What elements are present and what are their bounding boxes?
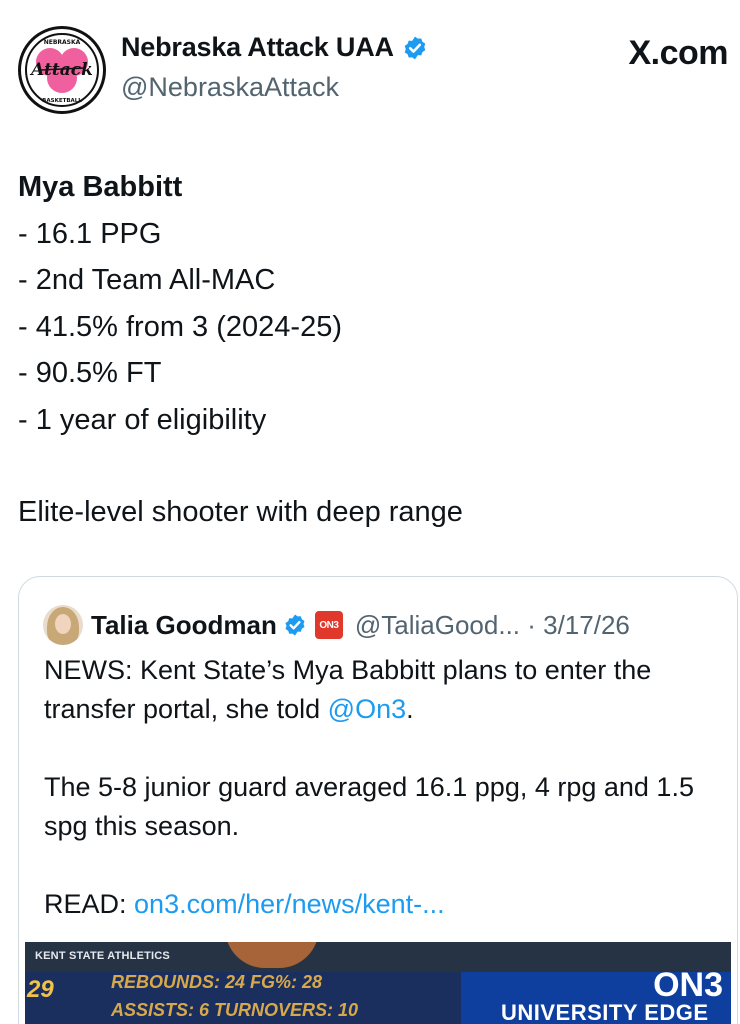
quoted-author-handle-date[interactable]: @TaliaGood... · 3/17/26 [355,610,630,641]
quoted-post-text: NEWS: Kent State’s Mya Babbitt plans to … [44,651,724,924]
verified-badge-icon [285,614,305,636]
logo-top-text: NEBRASKA [44,39,81,46]
post-line: - 1 year of eligibility [18,403,267,436]
article-link[interactable]: on3.com/her/news/kent-... [134,889,445,919]
post-line-title: Mya Babbitt [18,171,183,203]
quoted-paragraph-read: READ: on3.com/her/news/kent-... [44,885,724,924]
post-line: - 41.5% from 3 (2024-25) [18,310,342,343]
quoted-post-card[interactable]: Talia Goodman ON3 @TaliaGood... · 3/17/2… [18,576,738,1024]
post-header: NEBRASKA Attack BASKETBALL Nebraska Atta… [0,0,740,120]
quoted-author-name[interactable]: Talia Goodman [91,610,277,641]
quoted-author-avatar[interactable] [43,605,83,645]
on3-affiliate-badge-icon: ON3 [314,611,343,639]
on3-mention-link[interactable]: @On3 [328,694,406,724]
nebraska-attack-logo: NEBRASKA Attack BASKETBALL [21,29,103,111]
quoted-news-period: . [406,694,414,724]
post-line: - 2nd Team All-MAC [18,264,276,296]
author-name-row: Nebraska Attack UAA [121,32,428,63]
quoted-post-header: Talia Goodman ON3 @TaliaGood... · 3/17/2… [43,605,630,645]
post-line: - 16.1 PPG [18,217,162,250]
nebraska-attack-avatar[interactable]: NEBRASKA Attack BASKETBALL [18,26,106,114]
scoreboard-stat-line: ASSISTS: 6 TURNOVERS: 10 [111,1000,359,1020]
logo-main-text: Attack [29,60,93,80]
quoted-post-image[interactable]: KENT STATE ATHLETICS 29 REBOUNDS: 24 FG%… [25,942,731,1024]
read-label: READ: [44,889,135,919]
logo-bottom-text: BASKETBALL [42,98,82,104]
photo-credit: KENT STATE ATHLETICS [35,950,170,962]
post-text: Mya Babbitt - 16.1 PPG - 2nd Team All-MA… [18,164,718,536]
quoted-paragraph-news: NEWS: Kent State’s Mya Babbitt plans to … [44,651,724,729]
x-logo-icon: X.com [628,34,728,72]
post-line: - 90.5% FT [18,357,162,389]
author-display-name[interactable]: Nebraska Attack UAA [121,32,394,63]
author-handle[interactable]: @NebraskaAttack [121,72,339,103]
post-closing-line: Elite-level shooter with deep range [18,496,463,528]
quoted-paragraph-stats: The 5-8 junior guard averaged 16.1 ppg, … [44,772,694,841]
verified-badge-icon [404,36,426,59]
on3-watermark: ON3 [653,966,723,1004]
scoreboard-stat-line: REBOUNDS: 24 FG%: 28 [111,972,323,992]
scoreboard-number: 29 [27,976,54,1003]
